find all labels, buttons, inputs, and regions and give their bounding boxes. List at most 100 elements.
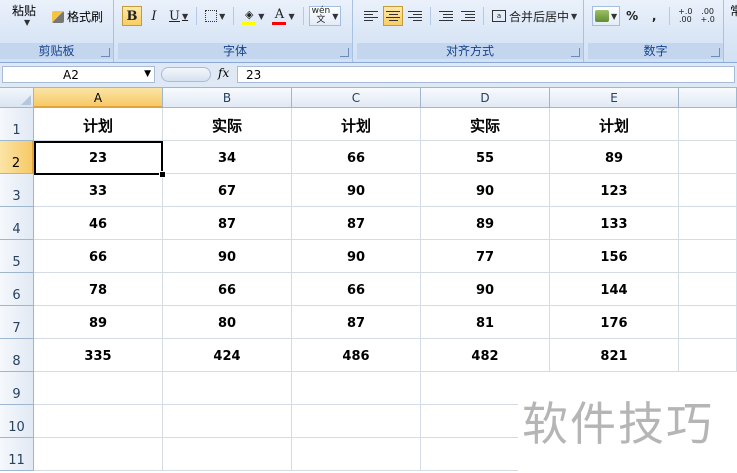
row-header-11[interactable]: 11: [0, 438, 34, 471]
cell-e8[interactable]: 821: [550, 339, 679, 372]
decrease-indent-button[interactable]: [436, 6, 456, 26]
cell-e1[interactable]: 计划: [550, 108, 679, 141]
row-header-9[interactable]: 9: [0, 372, 34, 405]
align-left-button[interactable]: [361, 6, 381, 26]
cell-d7[interactable]: 81: [421, 306, 550, 339]
cell-a7[interactable]: 89: [34, 306, 163, 339]
cell-c9[interactable]: [292, 372, 421, 405]
cell-f7[interactable]: [679, 306, 737, 339]
cell-e3[interactable]: 123: [550, 174, 679, 207]
cell-f6[interactable]: [679, 273, 737, 306]
increase-indent-button[interactable]: [458, 6, 478, 26]
cell-f4[interactable]: [679, 207, 737, 240]
number-launcher-icon[interactable]: [711, 48, 720, 57]
column-header-d[interactable]: D: [421, 88, 550, 108]
cell-b9[interactable]: [163, 372, 292, 405]
cell-f2[interactable]: [679, 141, 737, 174]
row-header-6[interactable]: 6: [0, 273, 34, 306]
cell-c4[interactable]: 87: [292, 207, 421, 240]
cell-d4[interactable]: 89: [421, 207, 550, 240]
row-header-2[interactable]: 2: [0, 141, 34, 174]
cell-a1[interactable]: 计划: [34, 108, 163, 141]
cell-c7[interactable]: 87: [292, 306, 421, 339]
cell-a10[interactable]: [34, 405, 163, 438]
cell-a6[interactable]: 78: [34, 273, 163, 306]
formula-input[interactable]: 23: [237, 66, 735, 83]
cell-c10[interactable]: [292, 405, 421, 438]
cell-e4[interactable]: 133: [550, 207, 679, 240]
cell-b2[interactable]: 34: [163, 141, 292, 174]
cell-a5[interactable]: 66: [34, 240, 163, 273]
format-painter-button[interactable]: 格式刷: [52, 8, 103, 25]
clipboard-launcher-icon[interactable]: [101, 48, 110, 57]
row-header-1[interactable]: 1: [0, 108, 34, 141]
phonetic-dropdown-icon[interactable]: ▼: [332, 12, 338, 21]
accounting-dropdown-icon[interactable]: ▼: [611, 12, 617, 21]
cell-c5[interactable]: 90: [292, 240, 421, 273]
cell-b11[interactable]: [163, 438, 292, 471]
merge-center-button[interactable]: a 合并后居中 ▼: [489, 6, 580, 26]
italic-button[interactable]: I: [144, 6, 164, 26]
phonetic-guide-button[interactable]: wén 文 ▼: [308, 6, 342, 26]
cell-c6[interactable]: 66: [292, 273, 421, 306]
cell-f5[interactable]: [679, 240, 737, 273]
cell-a8[interactable]: 335: [34, 339, 163, 372]
cell-a4[interactable]: 46: [34, 207, 163, 240]
cell-a2[interactable]: 23: [34, 141, 163, 174]
cell-c8[interactable]: 486: [292, 339, 421, 372]
cell-c3[interactable]: 90: [292, 174, 421, 207]
cell-e2[interactable]: 89: [550, 141, 679, 174]
paste-dropdown-icon[interactable]: ▼: [24, 18, 30, 27]
cell-b3[interactable]: 67: [163, 174, 292, 207]
borders-button[interactable]: ▼: [202, 6, 228, 26]
cell-b5[interactable]: 90: [163, 240, 292, 273]
increase-decimal-button[interactable]: +.0 .00: [675, 6, 695, 26]
cell-d1[interactable]: 实际: [421, 108, 550, 141]
cell-a9[interactable]: [34, 372, 163, 405]
cell-d2[interactable]: 55: [421, 141, 550, 174]
row-header-10[interactable]: 10: [0, 405, 34, 438]
cell-f3[interactable]: [679, 174, 737, 207]
borders-dropdown-icon[interactable]: ▼: [219, 12, 225, 21]
row-header-5[interactable]: 5: [0, 240, 34, 273]
comma-style-button[interactable]: ,: [644, 6, 664, 26]
name-box[interactable]: A2 ▼: [2, 66, 155, 83]
row-header-7[interactable]: 7: [0, 306, 34, 339]
accounting-format-button[interactable]: ▼: [592, 6, 621, 26]
cell-d8[interactable]: 482: [421, 339, 550, 372]
cell-f1[interactable]: [679, 108, 737, 141]
bold-button[interactable]: B: [122, 6, 142, 26]
cell-b4[interactable]: 87: [163, 207, 292, 240]
percent-style-button[interactable]: %: [622, 6, 642, 26]
cell-d6[interactable]: 90: [421, 273, 550, 306]
row-header-8[interactable]: 8: [0, 339, 34, 372]
column-header-e[interactable]: E: [550, 88, 679, 108]
column-header-c[interactable]: C: [292, 88, 421, 108]
row-header-4[interactable]: 4: [0, 207, 34, 240]
align-center-button[interactable]: [383, 6, 403, 26]
styles-partial-label[interactable]: 常: [730, 2, 737, 19]
formula-bar-splitter[interactable]: [161, 67, 211, 82]
cell-b7[interactable]: 80: [163, 306, 292, 339]
column-header-b[interactable]: B: [163, 88, 292, 108]
paste-button[interactable]: 粘贴: [12, 2, 36, 19]
column-header-a[interactable]: A: [34, 88, 163, 108]
cell-a3[interactable]: 33: [34, 174, 163, 207]
underline-dropdown-icon[interactable]: ▼: [182, 12, 188, 21]
cell-b6[interactable]: 66: [163, 273, 292, 306]
name-box-dropdown-icon[interactable]: ▼: [144, 69, 151, 79]
cell-d5[interactable]: 77: [421, 240, 550, 273]
insert-function-icon[interactable]: fx: [218, 66, 229, 80]
row-header-3[interactable]: 3: [0, 174, 34, 207]
cell-d3[interactable]: 90: [421, 174, 550, 207]
cell-c1[interactable]: 计划: [292, 108, 421, 141]
cell-b1[interactable]: 实际: [163, 108, 292, 141]
font-color-dropdown-icon[interactable]: ▼: [288, 12, 294, 21]
column-header-f[interactable]: [679, 88, 737, 108]
font-color-button[interactable]: A ▼: [269, 6, 297, 26]
merge-dropdown-icon[interactable]: ▼: [571, 12, 577, 21]
cell-c11[interactable]: [292, 438, 421, 471]
cell-b10[interactable]: [163, 405, 292, 438]
cell-e5[interactable]: 156: [550, 240, 679, 273]
cell-a11[interactable]: [34, 438, 163, 471]
